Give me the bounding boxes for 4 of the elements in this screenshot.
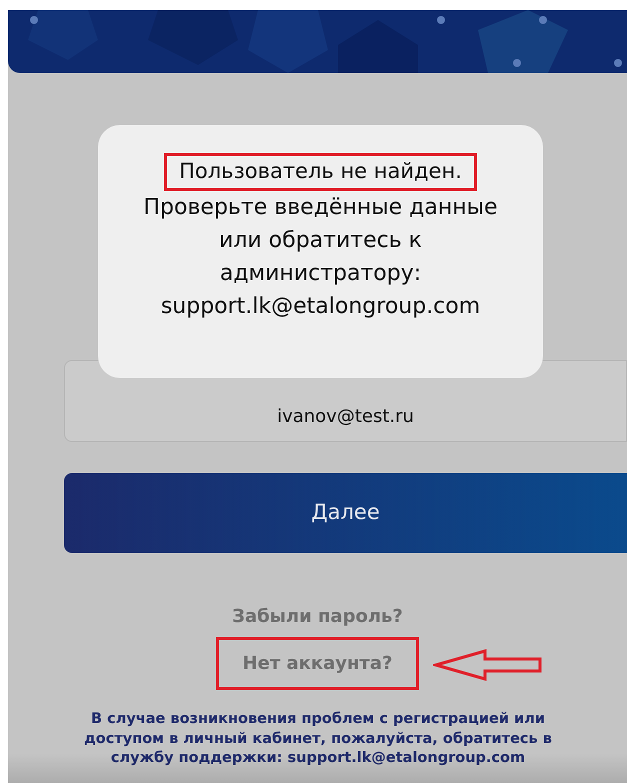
alert-message: Проверьте введённые данные или обратитесь к администратору: support.lk@etalongroup.com (142, 194, 498, 320)
alert-title: Пользователь не найден. (164, 153, 477, 190)
next-button[interactable]: Далее (64, 473, 627, 553)
support-note: В случае возникновения проблем с регистрацией или доступом в личный кабинет, пожалуйста, обратитесь в службу поддержки: support.lk@etalongroup.com (83, 710, 553, 768)
